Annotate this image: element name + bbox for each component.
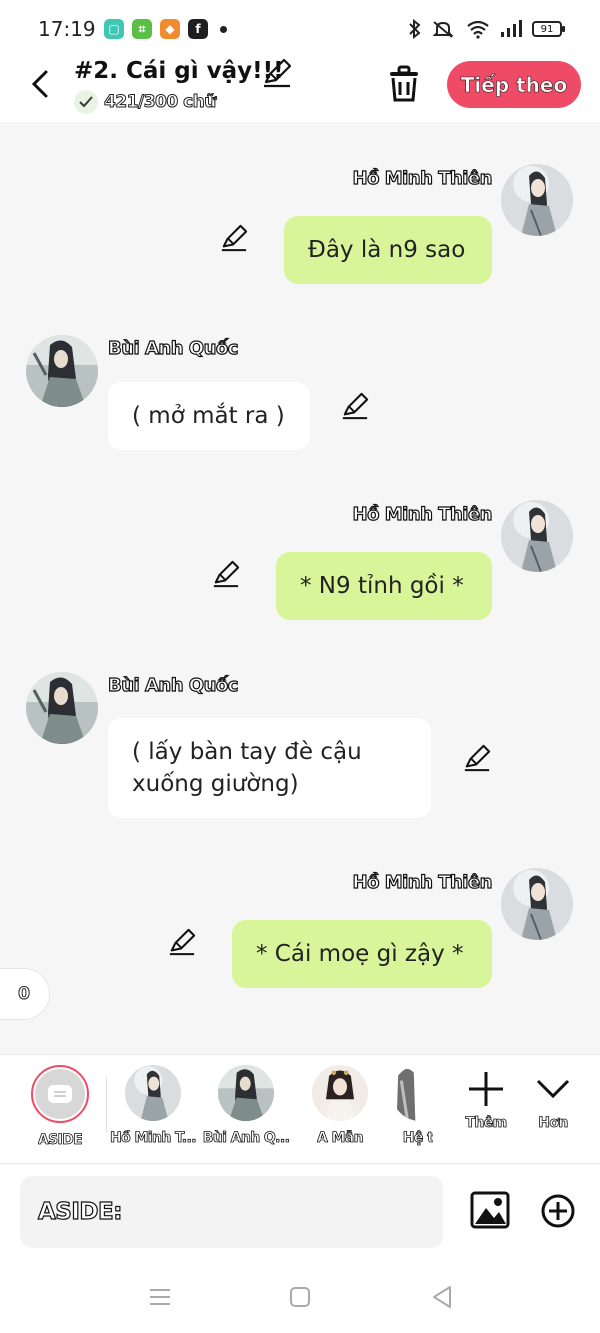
character-a-man[interactable]: A Mẫn — [295, 1065, 385, 1146]
character-avatar — [218, 1065, 274, 1121]
avatar-ho-minh-thien[interactable] — [501, 164, 573, 236]
divider — [106, 1077, 107, 1133]
edit-message-icon[interactable] — [341, 392, 369, 420]
side-counter-tab[interactable]: 0 — [0, 968, 50, 1020]
sender-name: Hồ Minh Thiên — [352, 871, 493, 893]
silent-icon — [432, 21, 454, 38]
message-bubble[interactable]: ( mở mắt ra ) — [108, 382, 310, 450]
add-label: Thêm — [465, 1115, 507, 1131]
wifi-icon — [467, 20, 489, 39]
sender-name: Hồ Minh Thiên — [352, 167, 493, 189]
chevron-down-icon — [536, 1079, 570, 1099]
message-bubble[interactable]: Đây là n9 sao — [284, 216, 492, 284]
bluetooth-icon — [409, 19, 421, 39]
edit-message-icon[interactable] — [212, 560, 240, 588]
shop-notification-icon: ⌗ — [132, 19, 152, 39]
avatar-ho-minh-thien[interactable] — [501, 868, 573, 940]
character-avatar — [312, 1065, 368, 1121]
plus-icon — [469, 1072, 503, 1106]
message-input[interactable]: ASIDE: — [20, 1176, 443, 1248]
home-icon[interactable] — [286, 1283, 314, 1311]
add-circle-icon[interactable] — [540, 1193, 576, 1229]
message-bubble[interactable]: * N9 tỉnh gồi * — [276, 552, 492, 620]
signal-icon — [501, 20, 522, 37]
game-notification-icon: ◆ — [160, 19, 180, 39]
sender-name: Hồ Minh Thiên — [352, 503, 493, 525]
sender-name: Bùi Anh Quốc — [107, 337, 239, 359]
avatar-bui-anh-quoc[interactable] — [26, 335, 98, 407]
sender-name: Bùi Anh Quốc — [107, 674, 239, 696]
avatar-ho-minh-thien[interactable] — [501, 500, 573, 572]
character-label: A Mẫn — [316, 1130, 364, 1146]
image-icon[interactable] — [470, 1190, 510, 1230]
chapter-header: #2. Cái gì vậy!!! 421/300 chữ Tiếp theo — [0, 58, 600, 122]
edit-message-icon[interactable] — [463, 744, 491, 772]
notification-icons: ▢ ⌗ ◆ f — [104, 19, 227, 39]
message-bubble[interactable]: ( lấy bàn tay đè cậu xuống giường) — [108, 718, 431, 818]
aside-icon — [48, 1085, 72, 1103]
next-button[interactable]: Tiếp theo — [447, 61, 581, 108]
character-he-thong[interactable]: Hệ t — [378, 1065, 438, 1146]
word-count: 421/300 chữ — [104, 92, 217, 113]
edit-title-icon[interactable] — [262, 58, 292, 88]
character-avatar — [125, 1065, 181, 1121]
back-nav-icon[interactable] — [428, 1283, 456, 1311]
character-bui-anh-quoc[interactable]: Bùi Anh Q... — [201, 1065, 291, 1146]
character-avatar — [392, 1065, 438, 1121]
avatar-bui-anh-quoc[interactable] — [26, 672, 98, 744]
message-input-bar: ASIDE: — [0, 1165, 600, 1257]
system-nav-bar — [0, 1257, 600, 1333]
system-icons: 91 — [408, 19, 565, 39]
facebook-notification-icon: f — [188, 19, 208, 39]
chat-area[interactable]: Hồ Minh Thiên Đây là n9 sao Bùi Anh Quốc… — [0, 122, 600, 1054]
app-notification-icon: ▢ — [104, 19, 124, 39]
character-label: ASIDE — [37, 1132, 83, 1148]
character-label: Hệ t — [402, 1130, 434, 1146]
edit-message-icon[interactable] — [168, 928, 196, 956]
character-label: Hồ Minh T... — [110, 1130, 196, 1146]
delete-button[interactable] — [386, 64, 422, 104]
character-ho-minh-thien[interactable]: Hồ Minh T... — [108, 1065, 198, 1146]
more-characters-button[interactable]: Hơn — [518, 1069, 588, 1131]
aside-avatar — [31, 1065, 89, 1123]
word-count-row: 421/300 chữ — [74, 90, 217, 114]
back-button[interactable] — [22, 66, 58, 102]
more-notifications-dot — [220, 25, 227, 33]
character-selector: ASIDE Hồ Minh T... Bùi Anh Q... A Mẫn Hệ… — [0, 1054, 600, 1164]
more-label: Hơn — [538, 1115, 568, 1131]
status-bar: 17:19 ▢ ⌗ ◆ f 91 — [0, 0, 600, 58]
battery-indicator: 91 — [532, 21, 565, 37]
message-bubble[interactable]: * Cái moẹ gì zậy * — [232, 920, 492, 988]
edit-message-icon[interactable] — [220, 224, 248, 252]
character-aside[interactable]: ASIDE — [15, 1065, 105, 1148]
status-time: 17:19 — [38, 17, 96, 41]
menu-icon[interactable] — [146, 1283, 174, 1311]
chevron-left-icon — [31, 70, 48, 98]
check-icon — [74, 90, 98, 114]
chapter-title[interactable]: #2. Cái gì vậy!!! — [74, 58, 284, 84]
character-label: Bùi Anh Q... — [202, 1130, 290, 1146]
